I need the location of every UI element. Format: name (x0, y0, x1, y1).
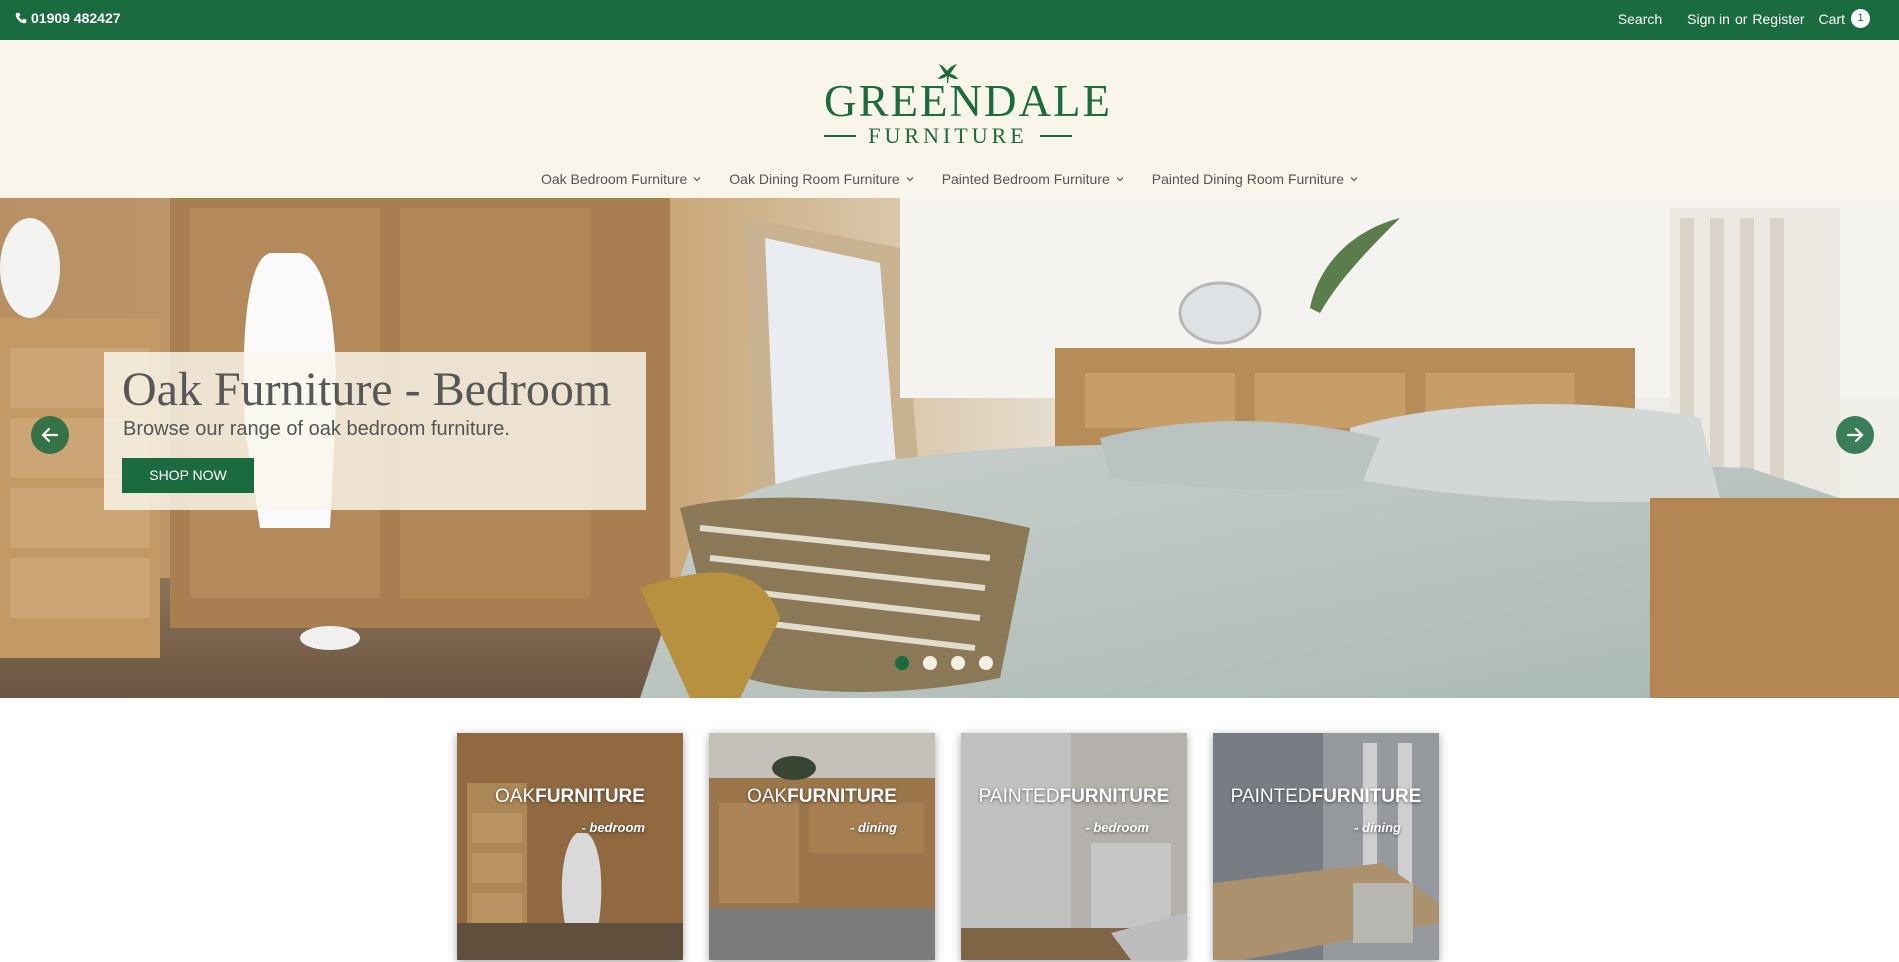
logo-line-right (1039, 135, 1072, 137)
tile-subheading: - dining (850, 820, 897, 835)
tile-heading-bold: FURNITURE (787, 786, 897, 807)
tile-heading-light: PAINTED (978, 786, 1060, 807)
slide-dot-2[interactable] (923, 656, 937, 670)
slider-dots (895, 656, 993, 670)
sign-in-link[interactable]: Sign in (1687, 11, 1730, 27)
logo-name: GREENDALE (824, 76, 1112, 126)
or-text: or (1734, 10, 1748, 27)
cart-label: Cart (1818, 10, 1845, 27)
arrow-left-icon (41, 427, 59, 443)
logo-line-left (824, 135, 857, 137)
nav-label: Oak Bedroom Furniture (540, 171, 688, 187)
arrow-right-icon (1846, 427, 1864, 443)
chevron-down-icon (906, 177, 914, 182)
tile-image (1213, 733, 1439, 960)
tile-heading-light: OAK (495, 786, 536, 807)
nav-painted-dining[interactable]: Painted Dining Room Furniture (1152, 171, 1358, 187)
logo-sub: FURNITURE (868, 123, 1028, 148)
tile-subheading: - bedroom (1085, 820, 1149, 835)
tile-painted-bedroom[interactable]: PAINTEDFURNITURE - bedroom (961, 733, 1187, 960)
tile-heading: OAKFURNITURE (709, 786, 935, 808)
tile-heading-light: PAINTED (1230, 786, 1312, 807)
slider-prev-button[interactable] (31, 416, 69, 454)
tile-oak-bedroom[interactable]: OAKFURNITURE - bedroom (457, 733, 683, 960)
site-header: GREENDALE FURNITURE Oak Bedroom Furnitur… (0, 40, 1899, 198)
nav-label: Oak Dining Room Furniture (729, 171, 900, 187)
slide-dot-3[interactable] (951, 656, 965, 670)
tile-heading-bold: FURNITURE (1059, 786, 1170, 807)
slider-next-button[interactable] (1836, 416, 1874, 454)
hero-title: Oak Furniture - Bedroom (122, 363, 612, 416)
logo-sub-row: FURNITURE (824, 123, 1072, 148)
chevron-down-icon (1350, 177, 1358, 182)
slide-dot-4[interactable] (979, 656, 993, 670)
main-nav: Oak Bedroom Furniture Oak Dining Room Fu… (0, 171, 1899, 187)
tile-image (457, 733, 683, 960)
nav-label: Painted Dining Room Furniture (1151, 171, 1344, 187)
phone-icon (15, 12, 27, 24)
tile-image (961, 733, 1187, 960)
chevron-down-icon (693, 177, 701, 182)
tile-heading-bold: FURNITURE (1311, 786, 1422, 807)
slide-dot-1[interactable] (895, 656, 909, 670)
register-link[interactable]: Register (1752, 11, 1804, 27)
tile-heading: PAINTEDFURNITURE (961, 786, 1187, 808)
cart-count-badge: 1 (1851, 9, 1870, 28)
hero-caption: Oak Furniture - Bedroom Browse our range… (104, 352, 646, 510)
tile-subheading: - bedroom (581, 820, 645, 835)
hero-slider: Oak Furniture - Bedroom Browse our range… (0, 198, 1899, 698)
nav-oak-bedroom[interactable]: Oak Bedroom Furniture (541, 171, 701, 187)
cart-link[interactable]: Cart 1 (1819, 9, 1870, 28)
chevron-down-icon (1116, 177, 1124, 182)
tile-heading-light: OAK (747, 786, 788, 807)
tile-subheading: - dining (1354, 820, 1401, 835)
tile-oak-dining[interactable]: OAKFURNITURE - dining (709, 733, 935, 960)
phone-text: 01909 482427 (31, 10, 121, 26)
tile-heading-bold: FURNITURE (535, 786, 645, 807)
tile-heading: OAKFURNITURE (457, 786, 683, 808)
tile-heading: PAINTEDFURNITURE (1213, 786, 1439, 808)
nav-painted-bedroom[interactable]: Painted Bedroom Furniture (942, 171, 1124, 187)
nav-label: Painted Bedroom Furniture (941, 171, 1110, 187)
hero-description: Browse our range of oak bedroom furnitur… (123, 418, 510, 440)
category-tiles: OAKFURNITURE - bedroom OAKFURNITURE - di… (457, 733, 1439, 960)
tile-image (709, 733, 935, 960)
tile-painted-dining[interactable]: PAINTEDFURNITURE - dining (1213, 733, 1439, 960)
phone-number[interactable]: 01909 482427 (15, 10, 121, 26)
search-link[interactable]: Search (1618, 11, 1662, 27)
logo[interactable]: GREENDALE FURNITURE (824, 62, 1112, 148)
top-bar: 01909 482427 Search Sign in or Register … (0, 0, 1899, 40)
shop-now-button[interactable]: SHOP NOW (122, 458, 254, 493)
nav-oak-dining[interactable]: Oak Dining Room Furniture (729, 171, 914, 187)
